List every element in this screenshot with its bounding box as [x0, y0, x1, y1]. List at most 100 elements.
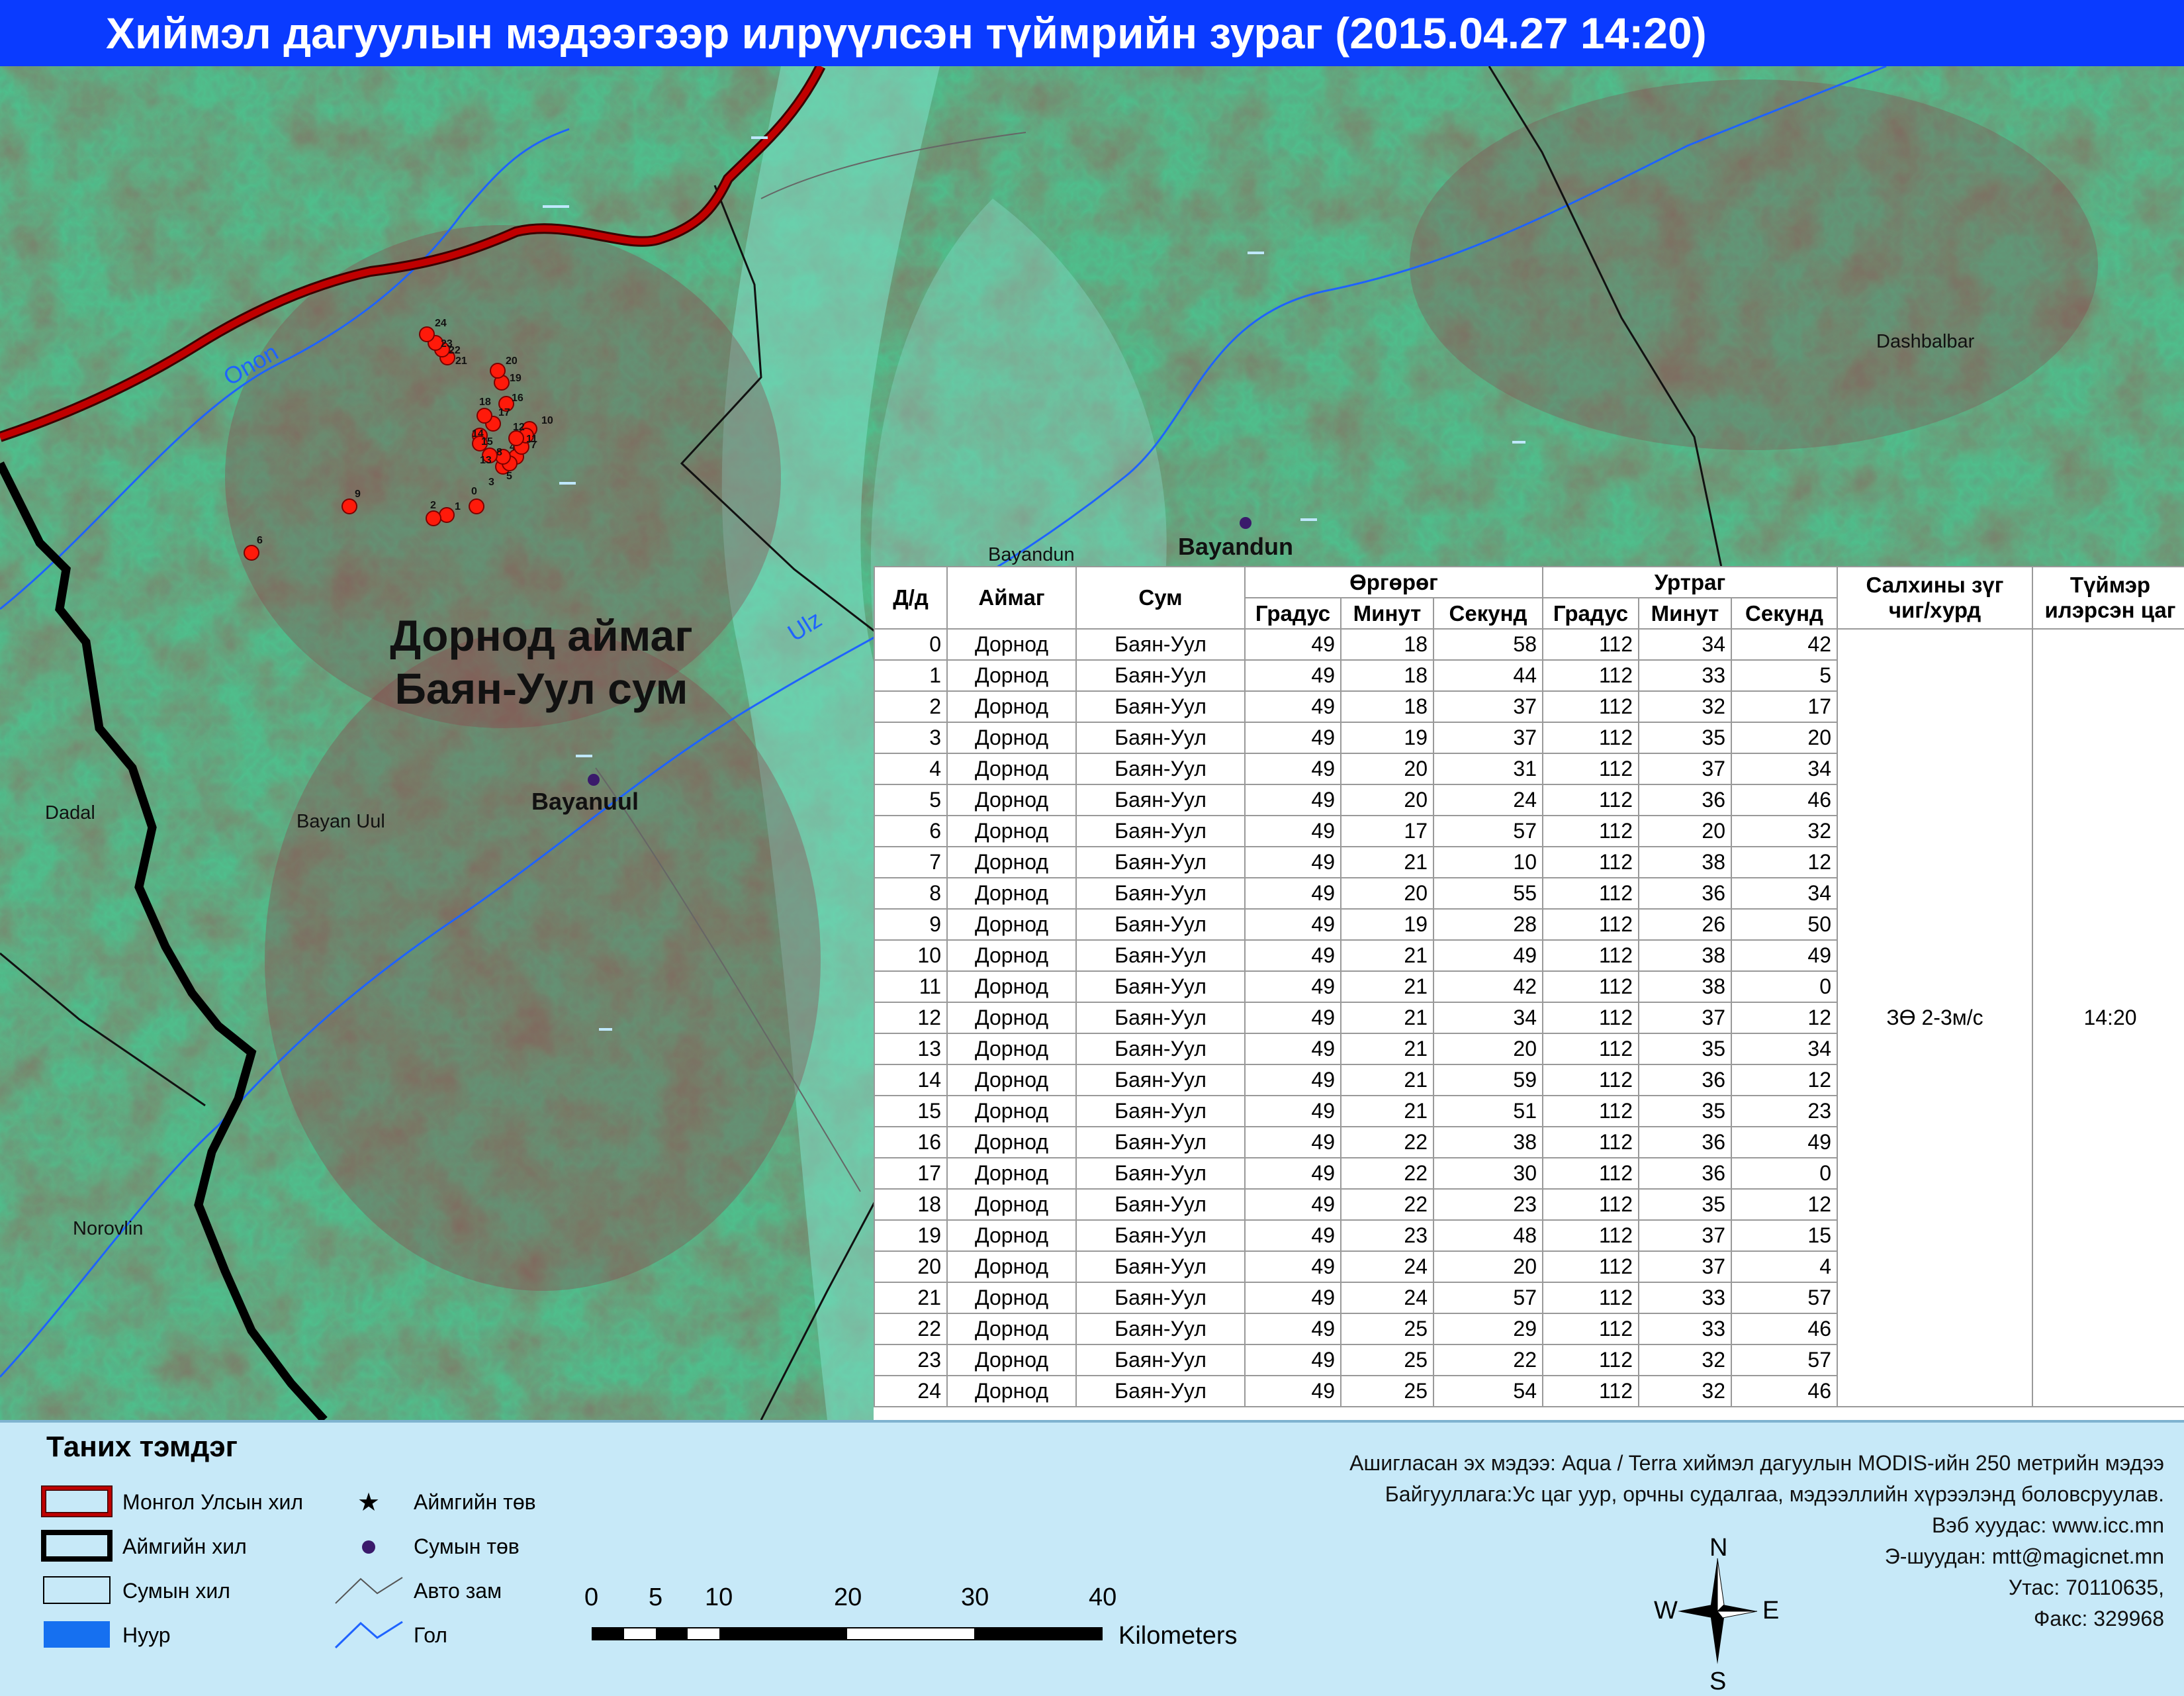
- region-sum: Баян-Уул сум: [394, 664, 688, 713]
- table-cell: 112: [1542, 1250, 1639, 1283]
- map-title: Хиймэл дагуулын мэдээгээр илрүүлсэн түйм…: [106, 9, 1707, 58]
- table-cell: 49: [1244, 1250, 1342, 1283]
- table-cell: 49: [1244, 1157, 1342, 1190]
- table-cell: 15: [874, 1095, 948, 1127]
- table-cell: 112: [1542, 908, 1639, 941]
- table-cell: 37: [1638, 1002, 1732, 1034]
- place-dashbalbar: Dashbalbar: [1876, 331, 1975, 352]
- table-cell: 22: [1433, 1344, 1543, 1376]
- table-cell: Баян-Уул: [1075, 722, 1246, 754]
- table-cell: 37: [1433, 690, 1543, 723]
- table-cell: 18: [1340, 628, 1434, 661]
- table-cell: 8: [874, 877, 948, 910]
- legend-road: Авто зам: [414, 1579, 502, 1603]
- table-cell: 31: [1433, 753, 1543, 785]
- table-cell: 34: [1731, 877, 1838, 910]
- table-cell: 49: [1244, 908, 1342, 941]
- table-cell: 34: [1731, 753, 1838, 785]
- table-cell: 112: [1542, 1188, 1639, 1221]
- table-cell: Дорнод: [946, 753, 1077, 785]
- table-cell: 55: [1433, 877, 1543, 910]
- table-cell: 20: [1340, 784, 1434, 816]
- fire-point-label: 16: [512, 393, 523, 404]
- table-cell: 49: [1244, 1344, 1342, 1376]
- table-cell: Дорнод: [946, 1002, 1077, 1034]
- fire-point-marker[interactable]: [469, 498, 484, 514]
- region-aimag: Дорнод аймаг: [390, 611, 693, 660]
- aimag-center-star-icon: ★: [357, 1489, 381, 1517]
- place-bayandun: Bayandun: [1178, 533, 1294, 560]
- table-cell: 35: [1638, 722, 1732, 754]
- table-cell: 22: [1340, 1188, 1434, 1221]
- table-cell: Дорнод: [946, 1157, 1077, 1190]
- fire-point-marker[interactable]: [341, 498, 357, 514]
- fire-point-label: 24: [435, 318, 447, 329]
- fire-point-marker[interactable]: [508, 430, 524, 446]
- table-cell: 112: [1542, 784, 1639, 816]
- compass-w: W: [1654, 1597, 1678, 1625]
- fire-point-marker[interactable]: [490, 363, 506, 379]
- table-cell: 49: [1244, 1313, 1342, 1345]
- table-cell: Баян-Уул: [1075, 1313, 1246, 1345]
- legend-sum-center: Сумын төв: [414, 1534, 520, 1558]
- table-cell: 112: [1542, 815, 1639, 847]
- table-cell: 0: [1731, 970, 1838, 1003]
- table-cell: 13: [874, 1033, 948, 1065]
- table-cell: 0: [1731, 1157, 1838, 1190]
- table-cell: 57: [1731, 1344, 1838, 1376]
- table-cell: Баян-Уул: [1075, 1064, 1246, 1096]
- table-cell: Баян-Уул: [1075, 1219, 1246, 1252]
- table-cell: Баян-Уул: [1075, 1188, 1246, 1221]
- table-cell: 49: [1244, 970, 1342, 1003]
- table-cell: 57: [1433, 815, 1543, 847]
- table-cell: 35: [1638, 1188, 1732, 1221]
- fire-point-marker[interactable]: [477, 408, 492, 424]
- header-sum: Сум: [1075, 566, 1246, 630]
- table-cell: 20: [1340, 753, 1434, 785]
- mountain-zone-south: [265, 629, 821, 1291]
- table-cell: 37: [1638, 1219, 1732, 1252]
- compass-s: S: [1709, 1668, 1727, 1695]
- table-cell: 17: [1731, 690, 1838, 723]
- place-bayan-uul: Bayan Uul: [296, 811, 385, 832]
- compass-n: N: [1709, 1534, 1728, 1562]
- header-no: Д/д: [874, 566, 948, 630]
- legend-national-border: Монгол Улсын хил: [122, 1490, 304, 1514]
- national-border-symbol: [41, 1485, 113, 1517]
- fire-point-marker[interactable]: [419, 326, 435, 342]
- table-cell: 24: [1340, 1282, 1434, 1314]
- scale-bar: 0 5 10 20 30 40 Kilometers: [582, 1583, 1238, 1650]
- fire-point-label: 15: [481, 436, 493, 448]
- scale-unit: Kilometers: [1118, 1622, 1238, 1650]
- table-cell: Баян-Уул: [1075, 1344, 1246, 1376]
- fire-point-label: 9: [355, 489, 361, 500]
- table-cell: 21: [1340, 970, 1434, 1003]
- table-cell: Дорнод: [946, 1282, 1077, 1314]
- table-cell: 112: [1542, 690, 1639, 723]
- table-cell: Баян-Уул: [1075, 753, 1246, 785]
- scale-tick: 10: [705, 1583, 733, 1611]
- scale-tick: 20: [834, 1583, 862, 1611]
- table-cell: Баян-Уул: [1075, 1375, 1246, 1407]
- table-cell: 22: [1340, 1157, 1434, 1190]
- header-longitude: Уртраг: [1542, 566, 1838, 598]
- header-lon-sec: Секунд: [1731, 597, 1838, 630]
- table-cell: 37: [1433, 722, 1543, 754]
- table-cell: 49: [1244, 628, 1342, 661]
- fire-point-marker[interactable]: [439, 507, 455, 523]
- table-cell: 51: [1433, 1095, 1543, 1127]
- table-cell: 25: [1340, 1344, 1434, 1376]
- table-cell: 112: [1542, 939, 1639, 972]
- header-lat-deg: Градус: [1244, 597, 1342, 630]
- fire-point-marker[interactable]: [244, 545, 259, 561]
- table-cell: Дорнод: [946, 908, 1077, 941]
- fire-point-label: 13: [480, 455, 492, 466]
- scale-tick: 0: [584, 1583, 599, 1611]
- table-cell: 37: [1638, 753, 1732, 785]
- place-bayanuul: Bayanuul: [531, 788, 639, 815]
- table-cell: 12: [1731, 1064, 1838, 1096]
- table-cell: 12: [1731, 1002, 1838, 1034]
- fire-point-marker[interactable]: [426, 510, 441, 526]
- table-cell: 49: [1244, 1375, 1342, 1407]
- table-cell: 23: [1340, 1219, 1434, 1252]
